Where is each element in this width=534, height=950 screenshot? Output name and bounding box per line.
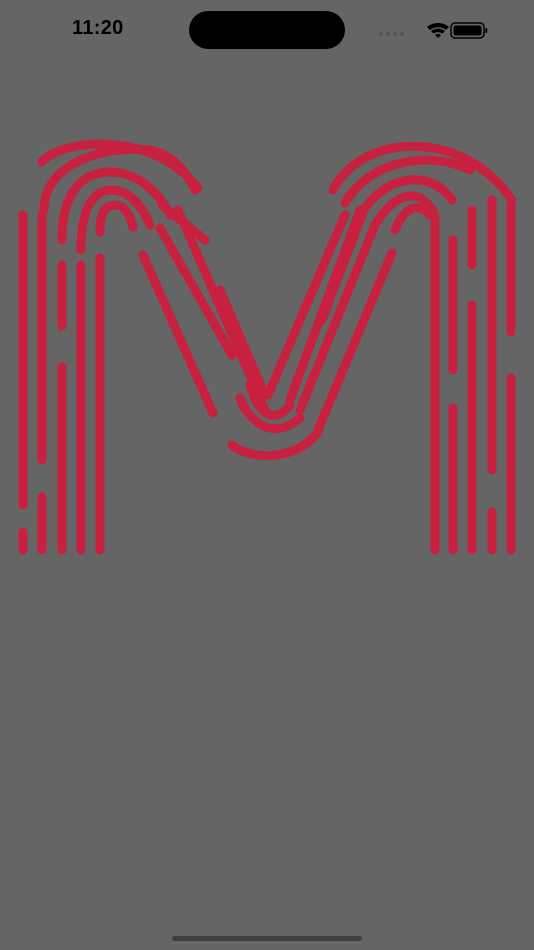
m-logo — [18, 139, 517, 555]
home-indicator[interactable] — [172, 936, 362, 941]
